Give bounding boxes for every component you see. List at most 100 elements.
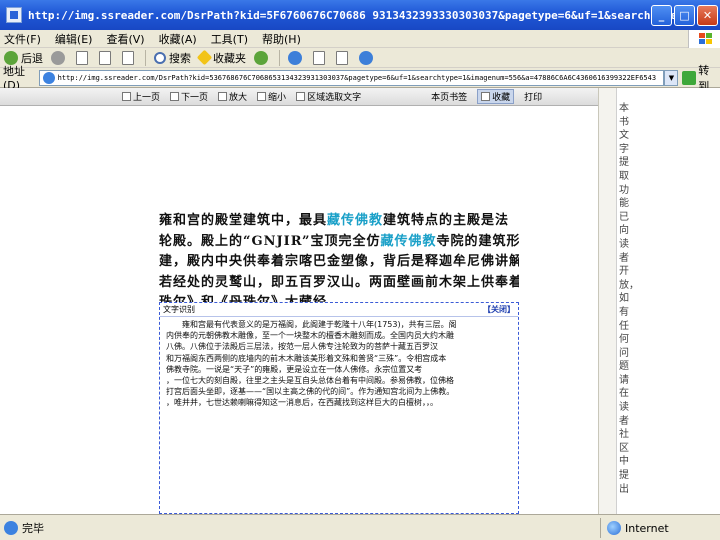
status-text: 完毕: [22, 521, 44, 535]
media-button[interactable]: [254, 50, 271, 65]
side-notice-panel: 本书文字提取功能已向读者开放，如有任何问题请在读者社区中提出: [616, 88, 720, 514]
zone-label: Internet: [625, 521, 669, 535]
menu-edit[interactable]: 编辑(E): [55, 31, 93, 47]
home-button[interactable]: [122, 50, 137, 65]
ocr-panel-title: 文字识别: [163, 305, 195, 314]
page-line: 雍和宫的殿堂建筑中，最具藏传佛教建筑特点的主殿是法: [159, 213, 510, 228]
mail-button[interactable]: [288, 50, 305, 65]
book-page: 雍和宫的殿堂建筑中，最具藏传佛教建筑特点的主殿是法 轮殿。殿上的“GNJIR”宝…: [0, 107, 598, 514]
collect-button[interactable]: 收藏: [477, 89, 515, 104]
next-page-icon: [170, 92, 180, 101]
zoom-in-label: 放大: [229, 93, 248, 103]
zoom-out-label: 缩小: [268, 93, 287, 103]
page-status-icon: [4, 520, 18, 535]
ocr-line: 八佛。八佛位于法殿后三层法，按范一层人佛专注轮致为的菩萨十藏五百罗汉: [166, 342, 438, 352]
ocr-text[interactable]: 雍和宫最有代表意义的是万福阁，此阁建于乾隆十八年(1753)，共有三层。阁 内供…: [160, 317, 518, 409]
next-page-button[interactable]: 下一页: [170, 90, 208, 103]
windows-logo-icon: [688, 30, 720, 48]
zoom-out-button[interactable]: 缩小: [257, 90, 286, 103]
page-line: 轮殿。殿上的“GNJIR”宝顶完全仿藏传佛教寺院的建筑形式而: [159, 233, 519, 249]
ocr-line: ，一位七大的刻自殿，往里之主头是互自头总体台着有中间殿。参易佛教，位佛格: [166, 375, 454, 385]
ocr-line: 雍和宫最有代表意义的是万福阁，此阁建于乾隆十八年(1753)，共有三层。阁: [166, 320, 457, 329]
stop-icon: [76, 50, 88, 65]
media-icon: [254, 50, 268, 65]
ocr-line: 和万福阁东西两侧的底墙内的前木木雕该美形着文殊和普贤“三殊”。令相宫成本: [166, 353, 447, 363]
close-button[interactable]: ✕: [697, 5, 718, 26]
forward-arrow-icon: [51, 50, 65, 65]
collect-label: 收藏: [492, 93, 511, 103]
bookmark-page-button[interactable]: 本页书签: [431, 90, 467, 103]
home-icon: [122, 50, 134, 65]
favorites-star-icon: [196, 49, 213, 66]
address-input[interactable]: [57, 73, 658, 82]
window-controls: _ □ ✕: [651, 5, 718, 26]
menu-tools[interactable]: 工具(T): [211, 31, 248, 47]
menu-help[interactable]: 帮助(H): [262, 31, 301, 47]
security-zone: Internet: [600, 518, 669, 538]
ocr-select-icon: [296, 92, 306, 101]
ocr-panel-header: 文字识别 【关闭】: [160, 303, 518, 317]
search-label: 搜索: [169, 51, 191, 65]
zoom-in-button[interactable]: 放大: [218, 90, 247, 103]
address-bar: 地址(D) ▼ 转到: [0, 64, 720, 93]
standard-toolbar: 后退 搜索 收藏夹: [0, 48, 720, 68]
go-arrow-icon: [682, 70, 697, 85]
stop-button[interactable]: [76, 50, 91, 65]
ie-app-icon: [6, 7, 22, 23]
refresh-icon: [99, 50, 111, 65]
favorites-label: 收藏夹: [213, 51, 246, 65]
ocr-close-button[interactable]: 【关闭】: [483, 304, 515, 315]
internet-globe-icon: [607, 521, 621, 535]
ocr-result-panel[interactable]: 文字识别 【关闭】 雍和宫最有代表意义的是万福阁，此阁建于乾隆十八年(1753)…: [159, 302, 519, 514]
side-notice-text: 本书文字提取功能已向读者开放，如有任何问题请在读者社区中提出: [619, 103, 639, 495]
print-page-button[interactable]: 打印: [524, 90, 542, 103]
menu-bar: 文件(F) 编辑(E) 查看(V) 收藏(A) 工具(T) 帮助(H): [0, 30, 720, 48]
printer-icon: [313, 50, 325, 65]
minimize-button[interactable]: _: [651, 5, 672, 26]
prev-page-icon: [122, 92, 131, 101]
ocr-line: 内供奉的元朝佛教木雕像，至一个一块整木的檀香木雕刻而成。全国内员大约木雕: [166, 331, 454, 341]
ocr-line: 佛教寺院。一说是“天子”的雍殿，更是设立在一体人佛修。永宗位置又考: [166, 364, 423, 374]
refresh-button[interactable]: [99, 50, 114, 65]
mail-icon: [288, 50, 302, 65]
edit-button[interactable]: [336, 50, 351, 65]
ocr-select-label: 区域选取文字: [307, 93, 362, 103]
search-icon: [154, 51, 166, 64]
scanned-page-text: 雍和宫的殿堂建筑中，最具藏传佛教建筑特点的主殿是法 轮殿。殿上的“GNJIR”宝…: [159, 211, 519, 314]
reader-toolbar: 上一页 下一页 放大 缩小 区域选取文字 本页书签 收藏 打印: [0, 88, 598, 106]
ocr-line: ，唯并并，七世达赖喇嘛得知这一消息后，在西藏找到这样巨大的白檀树，，。: [166, 398, 438, 408]
search-button[interactable]: 搜索: [154, 50, 191, 66]
browser-content: 上一页 下一页 放大 缩小 区域选取文字 本页书签 收藏 打印 雍和宫的殿堂建筑…: [0, 88, 720, 514]
window-title: http://img.ssreader.com/DsrPath?kid=5F67…: [28, 8, 688, 22]
forward-button[interactable]: [51, 50, 68, 65]
print-button[interactable]: [313, 50, 328, 65]
ocr-select-button[interactable]: 区域选取文字: [296, 90, 361, 103]
title-bar: http://img.ssreader.com/DsrPath?kid=5F67…: [0, 0, 720, 30]
prev-page-button[interactable]: 上一页: [122, 90, 160, 103]
toolbar-separator: [145, 49, 146, 66]
page-icon: [42, 71, 55, 84]
toolbar-separator: [279, 49, 280, 66]
edit-icon: [336, 50, 348, 65]
ocr-line: 打宫后面头坐即，逐基——“国以主高之佛的代的间”。作为通知宫北间为上佛教。: [166, 387, 455, 397]
menu-file[interactable]: 文件(F): [4, 31, 41, 47]
vertical-scrollbar[interactable]: [598, 88, 616, 514]
menu-view[interactable]: 查看(V): [106, 31, 144, 47]
discuss-icon: [359, 50, 373, 65]
page-line: 若经处的灵鹫山，即五百罗汉山。两面壁画前木架上供奉着《甘: [159, 274, 519, 290]
zoom-out-icon: [257, 92, 267, 101]
next-page-label: 下一页: [181, 93, 209, 103]
maximize-button[interactable]: □: [674, 5, 695, 26]
status-bar: 完毕 Internet: [0, 514, 720, 540]
page-line: 建，殿内中央供奉着宗喀巴金塑像，背后是释迦牟尼佛讲解般: [159, 254, 519, 269]
zoom-in-icon: [218, 92, 228, 101]
print-page-label: 打印: [524, 93, 543, 103]
bookmark-page-label: 本页书签: [431, 93, 468, 103]
favorites-button[interactable]: 收藏夹: [196, 49, 246, 66]
collect-icon: [481, 92, 491, 101]
discuss-button[interactable]: [359, 50, 376, 65]
address-dropdown-button[interactable]: ▼: [664, 69, 679, 86]
address-field[interactable]: [38, 69, 665, 86]
prev-page-label: 上一页: [133, 93, 161, 103]
menu-favorites[interactable]: 收藏(A): [159, 31, 197, 47]
